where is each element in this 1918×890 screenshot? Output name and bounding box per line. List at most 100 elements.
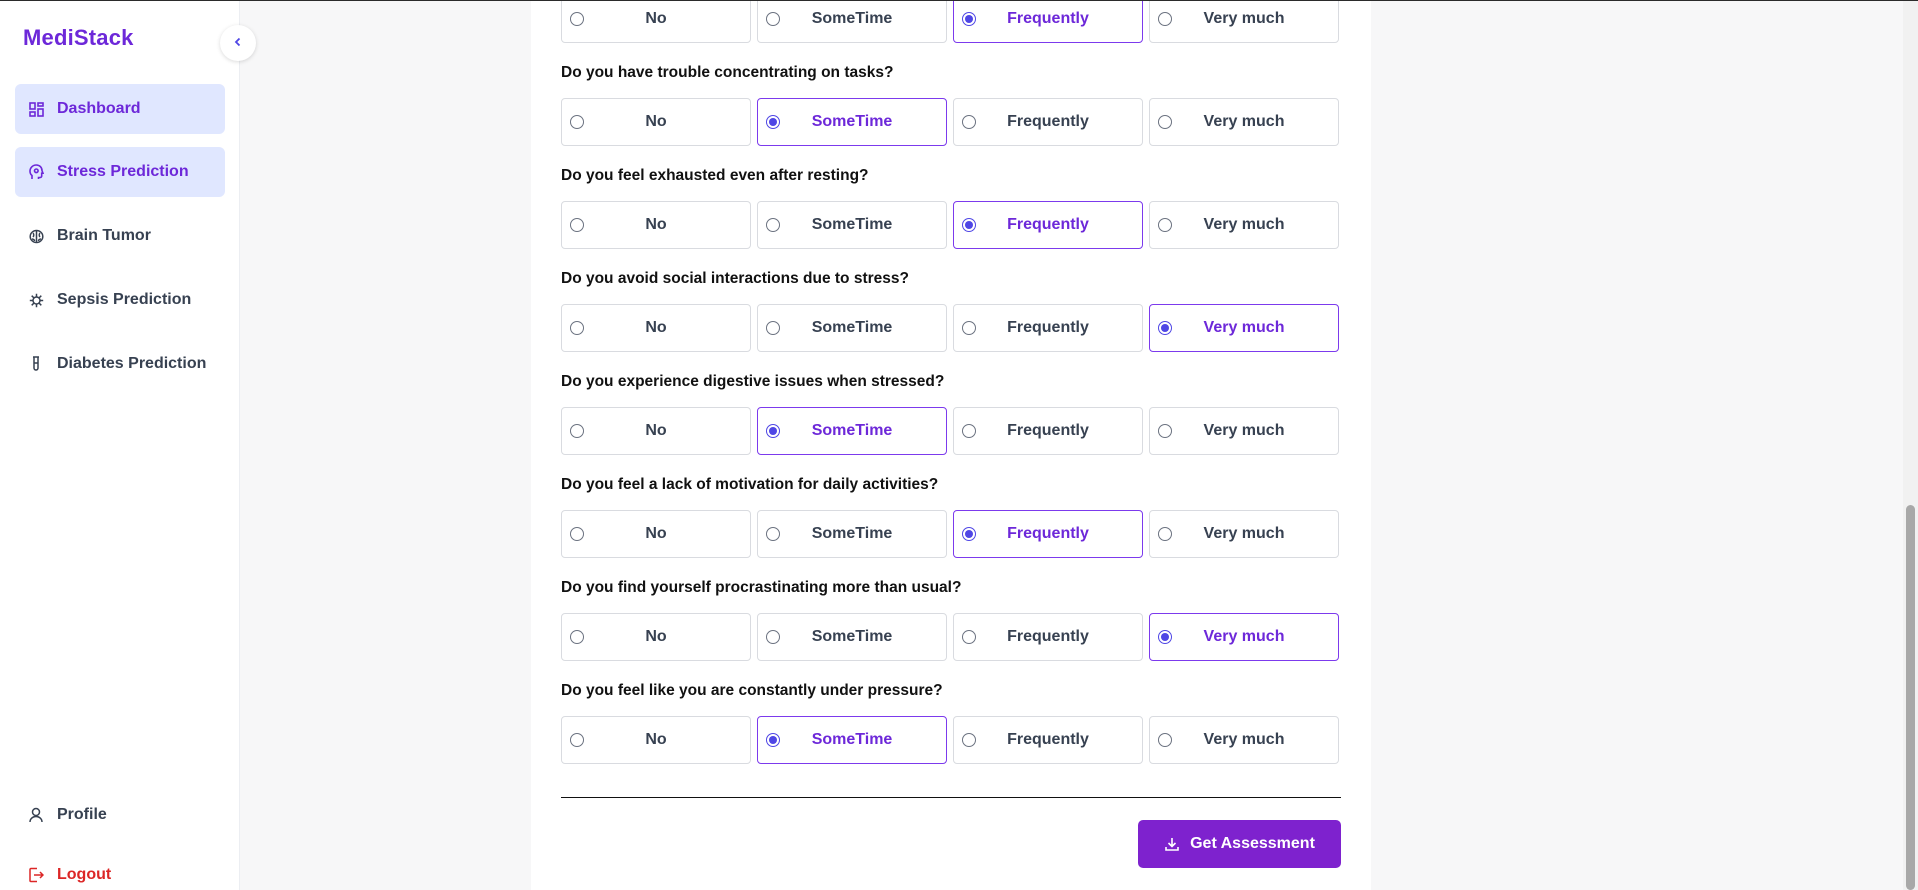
radio-button[interactable] [766, 12, 780, 26]
answer-option-sometime[interactable]: SomeTime [757, 716, 947, 764]
radio-button[interactable] [1158, 527, 1172, 541]
answer-option-label: Frequently [1007, 422, 1089, 439]
radio-button[interactable] [766, 527, 780, 541]
answer-option-no[interactable]: No [561, 716, 751, 764]
answer-option-sometime[interactable]: SomeTime [757, 98, 947, 146]
question-text: Do you have trouble concentrating on tas… [561, 64, 894, 81]
logout-icon [28, 867, 44, 883]
answer-option-no[interactable]: No [561, 0, 751, 43]
radio-button[interactable] [1158, 630, 1172, 644]
collapse-sidebar-button[interactable] [220, 25, 256, 61]
answer-option-no[interactable]: No [561, 201, 751, 249]
answer-option-very-much[interactable]: Very much [1149, 613, 1339, 661]
radio-button[interactable] [1158, 424, 1172, 438]
answer-option-label: No [645, 216, 667, 233]
radio-button[interactable] [1158, 115, 1172, 129]
virus-icon [28, 292, 44, 308]
question-text: Do you find yourself procrastinating mor… [561, 579, 962, 596]
radio-button[interactable] [766, 115, 780, 129]
answer-option-label: No [645, 525, 667, 542]
sidebar-item-stress-prediction[interactable]: Stress Prediction [15, 147, 225, 197]
sidebar-item-label: Sepsis Prediction [57, 291, 192, 308]
answer-option-very-much[interactable]: Very much [1149, 98, 1339, 146]
answer-option-frequently[interactable]: Frequently [953, 510, 1143, 558]
radio-button[interactable] [1158, 733, 1172, 747]
answer-option-frequently[interactable]: Frequently [953, 304, 1143, 352]
sidebar-item-brain-tumor[interactable]: Brain Tumor [15, 211, 225, 261]
answer-option-label: No [645, 10, 667, 27]
answer-option-very-much[interactable]: Very much [1149, 0, 1339, 43]
answer-option-frequently[interactable]: Frequently [953, 98, 1143, 146]
radio-button[interactable] [766, 218, 780, 232]
answer-option-frequently[interactable]: Frequently [953, 0, 1143, 43]
sidebar-item-logout[interactable]: Logout [15, 850, 225, 890]
answer-option-frequently[interactable]: Frequently [953, 613, 1143, 661]
scrollbar-thumb[interactable] [1906, 505, 1915, 890]
radio-button[interactable] [570, 424, 584, 438]
answer-option-frequently[interactable]: Frequently [953, 201, 1143, 249]
radio-button[interactable] [570, 527, 584, 541]
answer-option-no[interactable]: No [561, 304, 751, 352]
sidebar-item-label: Dashboard [57, 100, 141, 117]
radio-button[interactable] [570, 321, 584, 335]
form-divider [561, 797, 1341, 798]
radio-button[interactable] [570, 733, 584, 747]
sidebar-item-label: Diabetes Prediction [57, 355, 207, 372]
answer-option-label: SomeTime [811, 422, 893, 439]
answer-option-label: Very much [1203, 731, 1285, 748]
radio-button[interactable] [766, 630, 780, 644]
answer-option-frequently[interactable]: Frequently [953, 716, 1143, 764]
answer-option-sometime[interactable]: SomeTime [757, 201, 947, 249]
radio-button[interactable] [1158, 12, 1172, 26]
answer-option-no[interactable]: No [561, 510, 751, 558]
answer-option-very-much[interactable]: Very much [1149, 407, 1339, 455]
sidebar-item-label: Logout [57, 866, 112, 883]
answer-option-very-much[interactable]: Very much [1149, 201, 1339, 249]
answer-option-sometime[interactable]: SomeTime [757, 613, 947, 661]
get-assessment-button[interactable]: Get Assessment [1138, 820, 1341, 868]
brand-logo[interactable]: MediStack [23, 25, 134, 51]
sidebar-item-dashboard[interactable]: Dashboard [15, 84, 225, 134]
answer-option-very-much[interactable]: Very much [1149, 304, 1339, 352]
answer-option-frequently[interactable]: Frequently [953, 407, 1143, 455]
radio-button[interactable] [1158, 218, 1172, 232]
sidebar-item-diabetes-prediction[interactable]: Diabetes Prediction [15, 339, 225, 389]
sidebar-item-sepsis-prediction[interactable]: Sepsis Prediction [15, 275, 225, 325]
answer-option-no[interactable]: No [561, 407, 751, 455]
radio-button[interactable] [962, 630, 976, 644]
radio-button[interactable] [962, 424, 976, 438]
answer-option-label: SomeTime [811, 216, 893, 233]
answer-option-sometime[interactable]: SomeTime [757, 0, 947, 43]
answer-option-no[interactable]: No [561, 613, 751, 661]
radio-button[interactable] [570, 12, 584, 26]
answer-option-sometime[interactable]: SomeTime [757, 510, 947, 558]
radio-button[interactable] [962, 321, 976, 335]
radio-button[interactable] [1158, 321, 1172, 335]
answer-option-very-much[interactable]: Very much [1149, 716, 1339, 764]
radio-button[interactable] [962, 218, 976, 232]
radio-button[interactable] [962, 12, 976, 26]
answer-option-label: SomeTime [811, 628, 893, 645]
radio-button[interactable] [766, 321, 780, 335]
radio-button[interactable] [766, 424, 780, 438]
get-assessment-label: Get Assessment [1190, 835, 1315, 852]
answer-option-label: Very much [1203, 628, 1285, 645]
radio-button[interactable] [570, 630, 584, 644]
sidebar-item-profile[interactable]: Profile [15, 790, 225, 840]
answer-option-no[interactable]: No [561, 98, 751, 146]
radio-button[interactable] [962, 733, 976, 747]
user-icon [28, 807, 44, 823]
window-top-border [0, 0, 1918, 1]
answer-option-label: Frequently [1007, 216, 1089, 233]
sidebar-item-label: Profile [57, 806, 107, 823]
radio-button[interactable] [766, 733, 780, 747]
answer-option-very-much[interactable]: Very much [1149, 510, 1339, 558]
answer-option-sometime[interactable]: SomeTime [757, 304, 947, 352]
radio-button[interactable] [962, 527, 976, 541]
answer-option-label: No [645, 422, 667, 439]
radio-button[interactable] [570, 115, 584, 129]
radio-button[interactable] [570, 218, 584, 232]
radio-button[interactable] [962, 115, 976, 129]
answer-option-sometime[interactable]: SomeTime [757, 407, 947, 455]
answer-option-label: Very much [1203, 113, 1285, 130]
